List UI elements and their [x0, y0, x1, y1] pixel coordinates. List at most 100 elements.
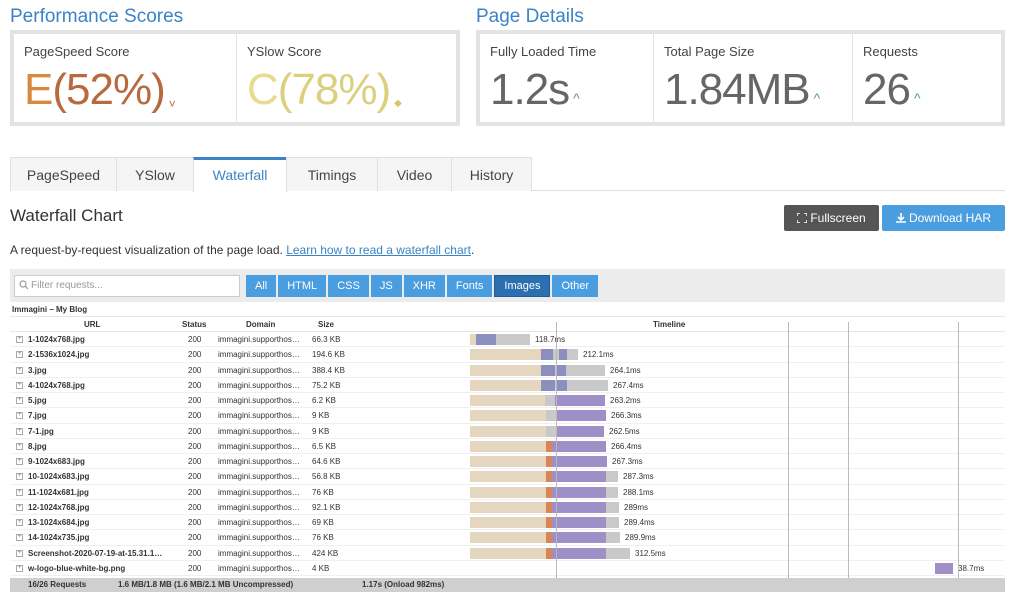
- col-size: Size: [318, 320, 335, 329]
- search-icon: [19, 280, 29, 290]
- expand-icon[interactable]: +: [16, 381, 23, 389]
- expand-icon[interactable]: +: [16, 564, 23, 572]
- timing-bar: [552, 440, 606, 452]
- expand-icon[interactable]: +: [16, 458, 23, 465]
- table-row[interactable]: +13-1024x684.jpg 200 immagini.supporthos… 6…: [10, 515, 1005, 531]
- filter-js[interactable]: JS: [370, 275, 402, 297]
- timing-bar: [470, 425, 546, 437]
- table-row[interactable]: + Screenshot-2020-07-19-at-15.31.1… 200 imm…: [10, 546, 1005, 561]
- row-status: 200: [188, 548, 202, 558]
- row-domain: immagini.supporthos…: [218, 411, 300, 421]
- timing-bar: [552, 501, 606, 513]
- fullscreen-button[interactable]: Fullscreen: [784, 205, 879, 231]
- table-row[interactable]: +8.jpg 200 immagini.supporthos… 6.5 KB 266.4…: [10, 439, 1005, 454]
- expand-icon[interactable]: +: [16, 534, 23, 542]
- tab-video[interactable]: Video: [377, 157, 452, 191]
- row-status: 200: [188, 563, 202, 573]
- timing-bar: [470, 456, 546, 467]
- col-status: Status: [182, 320, 207, 329]
- table-row[interactable]: +5.jpg 200 immagini.supporthos… 6.2 KB 263.2…: [10, 393, 1005, 409]
- expand-icon[interactable]: +: [16, 412, 23, 420]
- timing-bar: [606, 517, 619, 528]
- filter-xhr[interactable]: XHR: [403, 275, 445, 297]
- download-har-button[interactable]: Download HAR: [882, 205, 1005, 231]
- timeline-marker: [958, 322, 959, 578]
- row-status: 200: [188, 335, 202, 344]
- filter-html[interactable]: HTML: [278, 275, 327, 297]
- table-row[interactable]: +3.jpg 200 immagini.supporthos… 388.4 KB 264…: [10, 363, 1005, 378]
- table-row[interactable]: +10-1024x683.jpg 200 immagini.supporthos… 5…: [10, 469, 1005, 485]
- col-timeline: Timeline: [653, 320, 686, 329]
- row-domain: immagini.supporthos…: [218, 502, 300, 512]
- table-row[interactable]: +12-1024x768.jpg 200 immagini.supporthos… 9…: [10, 500, 1005, 515]
- filter-css[interactable]: CSS: [328, 275, 369, 297]
- row-url: 8.jpg: [28, 441, 47, 451]
- row-domain: immagini.supporthos…: [218, 350, 300, 360]
- requests-value: 26 ^: [863, 68, 920, 120]
- filter-other[interactable]: Other: [552, 275, 598, 297]
- row-time: 264.1ms: [610, 365, 641, 375]
- table-row[interactable]: +14-1024x735.jpg 200 immagini.supporthos… 7…: [10, 530, 1005, 546]
- tab-history[interactable]: History: [451, 157, 532, 191]
- tab-yslow[interactable]: YSlow: [116, 157, 194, 191]
- page-size-cell: Total Page Size 1.84MB ^: [654, 34, 853, 122]
- filter-images[interactable]: Images: [494, 275, 551, 297]
- summary-requests: 16/26 Requests: [28, 580, 87, 589]
- row-time: 263.2ms: [610, 396, 641, 405]
- expand-icon[interactable]: +: [16, 503, 23, 511]
- row-domain: immagini.supporthos…: [218, 426, 300, 436]
- filter-fonts[interactable]: Fonts: [446, 275, 493, 297]
- expand-icon[interactable]: +: [16, 473, 23, 481]
- yslow-grade: C: [247, 65, 279, 114]
- expand-icon[interactable]: +: [16, 336, 23, 343]
- tab-timings[interactable]: Timings: [286, 157, 378, 191]
- timing-bar: [555, 395, 605, 406]
- row-size: 76 KB: [312, 533, 334, 543]
- row-time: 289.4ms: [624, 518, 655, 527]
- table-row[interactable]: +9-1024x683.jpg 200 immagini.supporthos… 64…: [10, 454, 1005, 470]
- row-domain: immagini.supporthos…: [218, 518, 300, 527]
- row-domain: immagini.supporthos…: [218, 457, 300, 466]
- timing-bar: [470, 547, 546, 559]
- expand-icon[interactable]: +: [16, 519, 23, 526]
- fully-loaded-cell: Fully Loaded Time 1.2s ^: [480, 34, 654, 122]
- row-status: 200: [188, 472, 202, 482]
- tab-waterfall[interactable]: Waterfall: [193, 157, 287, 192]
- row-time: 266.4ms: [611, 441, 642, 451]
- row-url: 4-1024x768.jpg: [28, 380, 85, 390]
- expand-icon[interactable]: +: [16, 351, 23, 359]
- diamond-icon: ◆: [394, 98, 402, 109]
- filter-requests-input[interactable]: Filter requests...: [14, 275, 240, 297]
- row-size: 56.8 KB: [312, 472, 341, 482]
- request-rows: +1-1024x768.jpg 200 immagini.supporthos… 66…: [10, 332, 1005, 576]
- table-row[interactable]: +4-1024x768.jpg 200 immagini.supporthos… 75…: [10, 378, 1005, 393]
- table-row[interactable]: +11-1024x681.jpg 200 immagini.supporthos… 7…: [10, 485, 1005, 500]
- row-domain: immagini.supporthos…: [218, 335, 300, 344]
- timing-bar: [470, 532, 546, 544]
- row-size: 6.5 KB: [312, 441, 337, 451]
- row-url: 3.jpg: [28, 365, 47, 375]
- expand-icon[interactable]: +: [16, 397, 23, 404]
- filter-all[interactable]: All: [246, 275, 277, 297]
- table-row[interactable]: +7-1.jpg 200 immagini.supporthos… 9 KB 262.5…: [10, 424, 1005, 439]
- expand-icon[interactable]: +: [16, 549, 23, 557]
- timing-bar: [470, 349, 542, 361]
- tab-pagespeed[interactable]: PageSpeed: [10, 157, 117, 191]
- row-size: 76 KB: [312, 487, 334, 497]
- type-filter-group: All HTML CSS JS XHR Fonts Images Other: [246, 275, 600, 297]
- learn-waterfall-link[interactable]: Learn how to read a waterfall chart: [286, 243, 471, 257]
- row-size: 66.3 KB: [312, 335, 341, 344]
- arrow-up-icon: ^: [813, 90, 821, 106]
- expand-icon[interactable]: +: [16, 442, 23, 450]
- row-status: 200: [188, 457, 202, 466]
- expand-icon[interactable]: +: [16, 366, 23, 374]
- expand-icon[interactable]: +: [16, 488, 23, 496]
- arrow-up-icon: ^: [913, 90, 921, 106]
- table-row[interactable]: +2-1536x1024.jpg 200 immagini.supporthos… 1…: [10, 347, 1005, 363]
- fully-loaded-number: 1.2s: [490, 65, 570, 114]
- table-row[interactable]: +1-1024x768.jpg 200 immagini.supporthos… 66…: [10, 332, 1005, 348]
- expand-icon[interactable]: +: [16, 427, 23, 435]
- table-row[interactable]: + w-logo-blue-white-bg.png 200 immagini.sup…: [10, 561, 1005, 576]
- table-row[interactable]: +7.jpg 200 immagini.supporthos… 9 KB 266.3ms: [10, 408, 1005, 424]
- timing-bar: [559, 349, 567, 361]
